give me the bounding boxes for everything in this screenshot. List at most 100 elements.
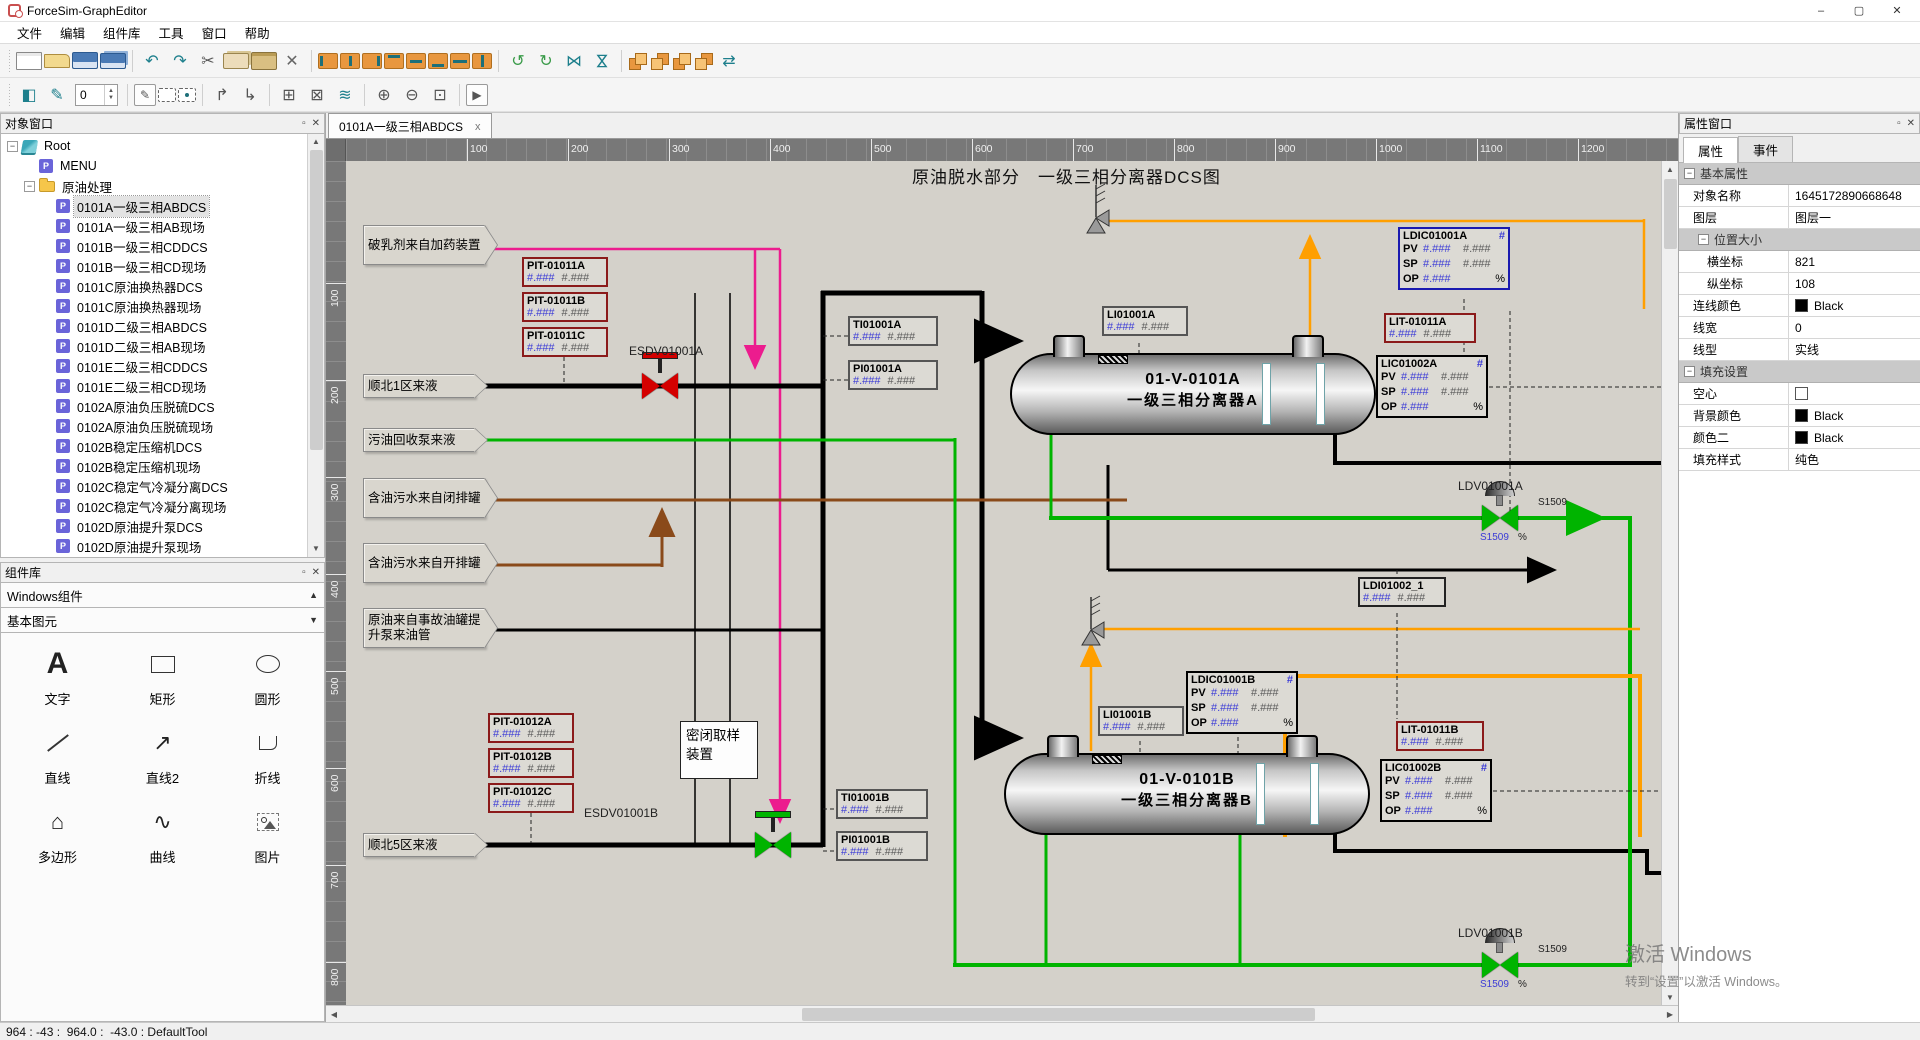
spinner-arrows[interactable]: ▲▼ [104, 85, 117, 105]
valve-ESDV01001A[interactable] [642, 373, 678, 399]
collapse-icon[interactable]: − [1698, 234, 1709, 245]
float-panel-icon[interactable]: ▫ [1897, 118, 1901, 129]
tree-item[interactable]: P0101A一级三相ABDCS [1, 196, 307, 216]
collapse-icon[interactable]: − [1684, 366, 1695, 377]
tab-properties[interactable]: 属性 [1683, 137, 1738, 163]
save-icon[interactable] [72, 52, 98, 69]
toolbar-grip[interactable] [7, 50, 12, 72]
property-row[interactable]: 线宽0 [1679, 317, 1920, 339]
tree-item[interactable]: P0102B稳定压缩机现场 [1, 456, 307, 476]
menu-窗口[interactable]: 窗口 [193, 21, 236, 44]
property-value[interactable]: 1645172890668648 [1789, 185, 1920, 206]
close-button[interactable]: ✕ [1878, 0, 1916, 21]
export-shape-icon[interactable]: ↱ [209, 82, 235, 108]
align-middle-icon[interactable] [406, 53, 426, 69]
palette-line[interactable]: 直线 [5, 726, 110, 787]
collapse-icon[interactable]: − [1684, 168, 1695, 179]
expander-icon[interactable]: − [7, 141, 18, 152]
float-panel-icon[interactable]: ▫ [302, 118, 306, 129]
tree-item[interactable]: P0101D二级三相AB现场 [1, 336, 307, 356]
scroll-thumb[interactable] [310, 150, 323, 450]
send-to-back-icon[interactable] [650, 52, 670, 70]
scroll-down-icon[interactable]: ▼ [1662, 989, 1678, 1005]
property-row[interactable]: 填充样式纯色 [1679, 449, 1920, 471]
save-all-icon[interactable] [100, 53, 126, 69]
property-value[interactable]: 图层一 [1789, 207, 1920, 228]
property-row[interactable]: 纵坐标108 [1679, 273, 1920, 295]
run-script-icon[interactable]: ▶ [466, 84, 488, 106]
tree-root[interactable]: −Root [1, 136, 307, 156]
tree-item[interactable]: P0101B一级三相CD现场 [1, 256, 307, 276]
property-value[interactable]: 实线 [1789, 339, 1920, 360]
zoom-out-icon[interactable]: ⊖ [399, 82, 425, 108]
tree-item[interactable]: P0101C原油换热器DCS [1, 276, 307, 296]
palette-polygon[interactable]: ⌂多边形 [5, 805, 110, 866]
tree-item[interactable]: P0103混烃处理DCS [1, 556, 307, 557]
snap-grid-icon[interactable]: ⊞ [276, 82, 302, 108]
import-shape-icon[interactable]: ↳ [237, 82, 263, 108]
menu-帮助[interactable]: 帮助 [236, 21, 279, 44]
same-width-icon[interactable] [450, 53, 470, 69]
tree-item[interactable]: P0101B一级三相CDDCS [1, 236, 307, 256]
palette-polyline[interactable]: 折线 [215, 726, 320, 787]
property-row[interactable]: 空心 [1679, 383, 1920, 405]
checkbox[interactable] [1795, 387, 1808, 400]
align-top-icon[interactable] [384, 53, 404, 69]
scroll-down-icon[interactable]: ▼ [312, 541, 320, 557]
close-panel-icon[interactable]: ✕ [312, 567, 320, 578]
property-value[interactable]: Black [1789, 427, 1920, 448]
align-center-icon[interactable] [340, 53, 360, 69]
rotate-left-90-icon[interactable]: ↺ [505, 48, 531, 74]
line-color-icon[interactable]: ✎ [44, 82, 70, 108]
float-panel-icon[interactable]: ▫ [302, 567, 306, 578]
document-tab[interactable]: 0101A一级三相ABDCS x [328, 113, 492, 138]
property-row[interactable]: 线型实线 [1679, 339, 1920, 361]
property-row[interactable]: 背景颜色Black [1679, 405, 1920, 427]
cut-icon[interactable]: ✂ [195, 48, 221, 74]
menu-编辑[interactable]: 编辑 [51, 21, 94, 44]
same-height-icon[interactable] [472, 53, 492, 69]
ungroup-icon[interactable] [694, 52, 714, 70]
transform-icon[interactable]: ⇄ [716, 48, 742, 74]
tree-folder[interactable]: −原油处理 [1, 176, 307, 196]
align-bottom-icon[interactable] [428, 53, 448, 69]
property-value[interactable]: 821 [1789, 251, 1920, 272]
tree-item[interactable]: P0102D原油提升泵现场 [1, 536, 307, 556]
palette-curve[interactable]: ∿曲线 [110, 805, 215, 866]
edit-shape-icon[interactable]: ✎ [134, 84, 156, 106]
property-value[interactable]: 0 [1789, 317, 1920, 338]
line-width-input[interactable] [76, 85, 104, 105]
scroll-right-icon[interactable]: ▶ [1662, 1006, 1678, 1022]
select-area-icon[interactable] [158, 88, 176, 102]
layers-icon[interactable]: ≋ [332, 82, 358, 108]
library-section-basic[interactable]: 基本图元 ▼ [0, 608, 325, 633]
property-group[interactable]: −填充设置 [1679, 361, 1920, 383]
collapse-arrow-icon[interactable]: ▼ [309, 615, 318, 625]
open-file-icon[interactable] [44, 54, 70, 68]
property-value[interactable]: 108 [1789, 273, 1920, 294]
undo-icon[interactable]: ↶ [139, 48, 165, 74]
palette-text[interactable]: A文字 [5, 647, 110, 708]
drawing-canvas[interactable]: 破乳剂来自加药装置顺北1区来液污油回收泵来液含油污水来自闭排罐含油污水来自开排罐… [346, 161, 1661, 1005]
tree-item[interactable]: P0101A一级三相AB现场 [1, 216, 307, 236]
close-panel-icon[interactable]: ✕ [312, 118, 320, 129]
tree-item[interactable]: P0102C稳定气冷凝分离现场 [1, 496, 307, 516]
scroll-thumb[interactable] [802, 1008, 1316, 1021]
tab-events[interactable]: 事件 [1738, 136, 1793, 162]
valve-LDV01001A[interactable] [1482, 505, 1518, 531]
canvas-vertical-scrollbar[interactable]: ▲ ▼ [1661, 161, 1678, 1005]
collapse-arrow-icon[interactable]: ▲ [309, 590, 318, 600]
tree-item[interactable]: P0102C稳定气冷凝分离DCS [1, 476, 307, 496]
tree-item[interactable]: PMENU [1, 156, 307, 176]
maximize-button[interactable]: ▢ [1840, 0, 1878, 21]
tree-item[interactable]: P0101E二级三相CDDCS [1, 356, 307, 376]
canvas-horizontal-scrollbar[interactable]: ◀ ▶ [326, 1005, 1678, 1022]
library-section-windows[interactable]: Windows组件 ▲ [0, 583, 325, 608]
valve-ESDV01001B[interactable] [755, 832, 791, 858]
flip-vertical-icon[interactable]: ⋈ [589, 48, 615, 74]
palette-line2[interactable]: ↗直线2 [110, 726, 215, 787]
tree-item[interactable]: P0101C原油换热器现场 [1, 296, 307, 316]
fill-color-icon[interactable]: ◧ [16, 82, 42, 108]
expander-icon[interactable]: − [24, 181, 35, 192]
line-width-spinner[interactable]: ▲▼ [75, 84, 118, 106]
